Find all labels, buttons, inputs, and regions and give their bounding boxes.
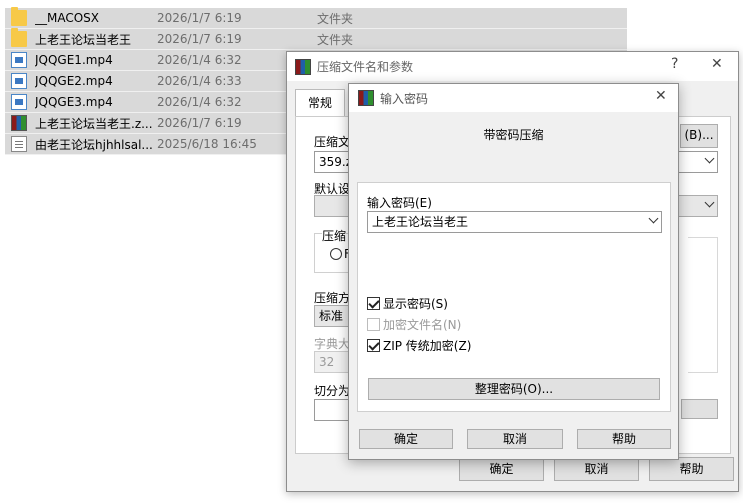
- close-icon[interactable]: ✕: [711, 56, 723, 72]
- password-ok-button[interactable]: 确定: [359, 429, 453, 449]
- password-dialog: 输入密码 ✕ 带密码压缩 输入密码(E) 上老王论坛当老王 显示密码(S) 加密…: [348, 83, 679, 460]
- password-group: 输入密码(E) 上老王论坛当老王 显示密码(S) 加密文件名(N) ZIP 传统…: [357, 182, 671, 412]
- file-name: 上老王论坛当老王.z...: [35, 116, 153, 131]
- winrar-archive-icon: [11, 115, 27, 131]
- file-name: 上老王论坛当老王: [35, 32, 132, 47]
- chevron-down-icon: [648, 213, 659, 224]
- dialog-title: 压缩文件名和参数: [317, 60, 414, 74]
- zip-legacy-checkbox[interactable]: ZIP 传统加密(Z): [367, 337, 471, 354]
- file-date: 2026/1/4 6:32: [157, 95, 242, 109]
- checkbox-checked-icon: [367, 339, 380, 352]
- text-file-icon: [11, 136, 27, 152]
- radio-icon: [330, 248, 342, 260]
- winrar-app-icon: [358, 90, 374, 106]
- show-password-checkbox[interactable]: 显示密码(S): [367, 295, 448, 312]
- chevron-down-icon: [704, 153, 715, 164]
- chevron-down-icon: [704, 197, 715, 208]
- split-unit-select[interactable]: [681, 399, 718, 419]
- file-type: 文件夹: [317, 32, 354, 47]
- video-file-icon: [11, 73, 27, 89]
- encrypt-filenames-label: 加密文件名(N): [383, 318, 462, 332]
- file-name: JQQGE2.mp4: [35, 74, 113, 88]
- file-date: 2026/1/7 6:19: [157, 32, 242, 46]
- cancel-button[interactable]: 取消: [554, 457, 639, 481]
- archive-name-label: 压缩文: [314, 135, 351, 149]
- encrypt-filenames-checkbox[interactable]: 加密文件名(N): [367, 316, 461, 333]
- dialog-titlebar: 压缩文件名和参数 ? ✕: [287, 52, 738, 81]
- file-row[interactable]: 上老王论坛当老王 2026/1/7 6:19 文件夹: [5, 28, 627, 50]
- file-name: 由老王论坛hjhhlsal...: [35, 137, 153, 152]
- password-cancel-button[interactable]: 取消: [467, 429, 563, 449]
- checkbox-checked-icon: [367, 297, 380, 310]
- file-date: 2026/1/7 6:19: [157, 116, 242, 130]
- file-date: 2026/1/4 6:32: [157, 53, 242, 67]
- password-value: 上老王论坛当老王: [372, 215, 469, 229]
- show-password-label: 显示密码(S): [383, 297, 448, 311]
- file-row[interactable]: __MACOSX 2026/1/7 6:19 文件夹: [5, 7, 627, 29]
- close-icon[interactable]: ✕: [655, 88, 667, 104]
- file-name: JQQGE1.mp4: [35, 53, 113, 67]
- dict-label: 字典大: [314, 337, 351, 351]
- organize-passwords-button[interactable]: 整理密码(O)...: [368, 378, 660, 400]
- enter-password-label: 输入密码(E): [367, 196, 432, 210]
- zip-legacy-label: ZIP 传统加密(Z): [383, 339, 472, 353]
- options-group: [688, 237, 718, 373]
- video-file-icon: [11, 52, 27, 68]
- file-date: 2025/6/18 16:45: [157, 137, 257, 151]
- file-name: __MACOSX: [35, 11, 100, 25]
- file-date: 2026/1/4 6:33: [157, 74, 242, 88]
- winrar-app-icon: [295, 58, 311, 75]
- file-date: 2026/1/7 6:19: [157, 11, 242, 25]
- video-file-icon: [11, 94, 27, 110]
- format-label: 压缩: [322, 227, 347, 244]
- folder-icon: [11, 28, 27, 47]
- help-title-button[interactable]: ?: [671, 56, 678, 72]
- password-dialog-title: 输入密码: [380, 91, 429, 106]
- ok-button[interactable]: 确定: [459, 457, 544, 481]
- password-subtitle: 带密码压缩: [483, 128, 544, 142]
- password-titlebar: 输入密码 ✕: [349, 84, 678, 112]
- tab-general[interactable]: 常规: [295, 89, 345, 117]
- method-label: 压缩方: [314, 291, 351, 305]
- file-name: JQQGE3.mp4: [35, 95, 113, 109]
- file-type: 文件夹: [317, 11, 354, 26]
- browse-button[interactable]: (B)...: [680, 124, 718, 148]
- checkbox-unchecked-icon: [367, 318, 380, 331]
- password-help-button[interactable]: 帮助: [577, 429, 671, 449]
- folder-icon: [11, 7, 27, 26]
- help-button[interactable]: 帮助: [649, 457, 734, 481]
- password-input[interactable]: 上老王论坛当老王: [367, 211, 662, 233]
- split-label: 切分为: [314, 384, 351, 398]
